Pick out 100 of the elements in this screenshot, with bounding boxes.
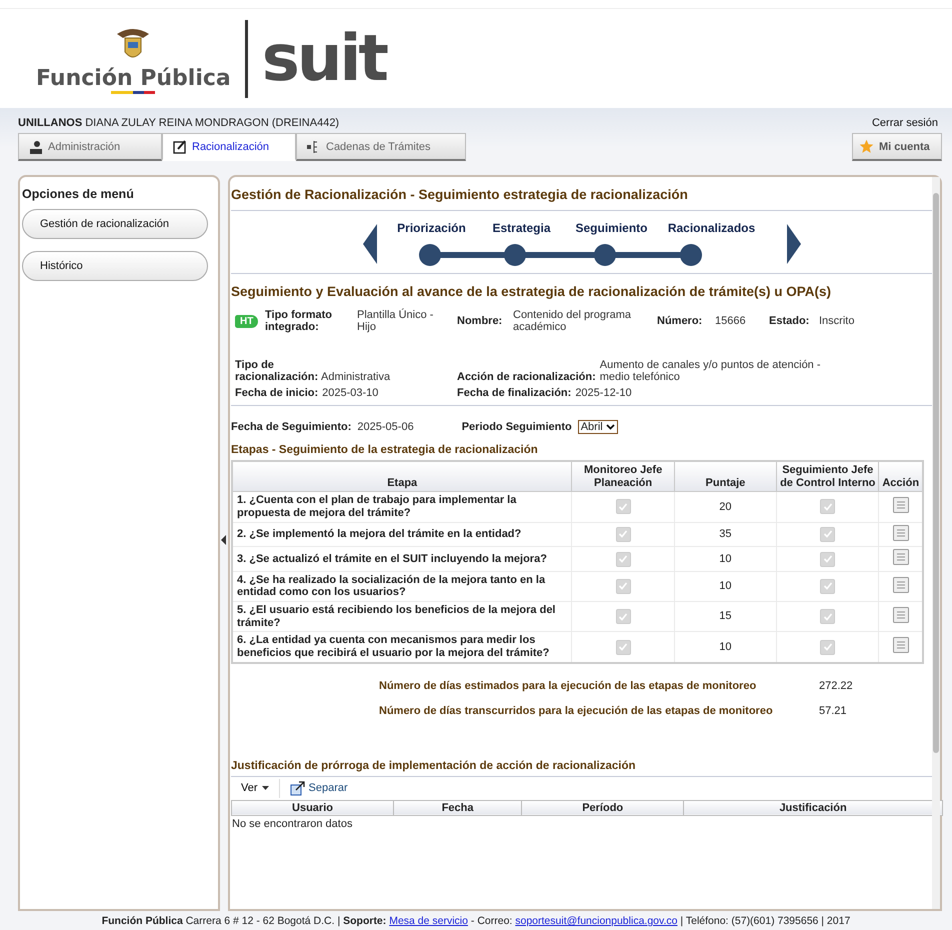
step-label: Estrategia: [491, 221, 552, 235]
footer-text: Función Pública Carrera 6 # 12 - 62 Bogotá D.C. | Soporte: Mesa de servicio - Correo: soportesuit@funcionpublica.gov.co | Teléfono: (57)(601) 7395656 | 2017: [100, 914, 852, 929]
logout-link[interactable]: Cerrar sesión: [872, 117, 938, 129]
column-header: Etapa: [232, 461, 572, 492]
column-header: Monitoreo Jefe Planeación: [572, 461, 674, 492]
column-header: Usuario: [232, 800, 394, 816]
step-label: Seguimiento: [574, 221, 648, 235]
checkmark-icon: [618, 529, 628, 540]
field-label: Estado:: [768, 315, 810, 327]
checkbox[interactable]: [820, 499, 836, 514]
scrollbar[interactable]: [932, 177, 940, 909]
previous-arrow-icon[interactable]: [362, 224, 376, 264]
nav-tab[interactable]: Cadenas de Trámites: [296, 133, 466, 161]
subsection-title: Etapas - Seguimiento de la estrategia de racionalización: [231, 443, 539, 458]
account-button[interactable]: Mi cuenta: [852, 133, 942, 161]
caret-icon: [262, 786, 269, 790]
checkbox[interactable]: [616, 640, 631, 655]
page-title: Gestión de Racionalización - Seguimiento estrategia de racionalización: [231, 177, 932, 211]
menu-item[interactable]: Histórico: [22, 251, 208, 281]
field-label: Número:: [656, 315, 704, 327]
view-menu-button[interactable]: Ver: [231, 780, 279, 796]
summary-value: 57.21: [819, 704, 847, 717]
nav-tab[interactable]: Racionalización: [162, 133, 296, 161]
checkbox[interactable]: [820, 578, 836, 594]
menu-item[interactable]: Gestión de racionalización: [22, 209, 208, 239]
period-select[interactable]: Abril: [578, 420, 618, 434]
checkmark-icon: [822, 642, 833, 652]
field-value: Contenido del programa académico: [513, 309, 632, 333]
checkmark-icon: [822, 529, 833, 540]
nav-tab[interactable]: Administración: [18, 133, 162, 161]
field-label: Fecha de inicio:: [235, 387, 318, 399]
checkmark-icon: [822, 612, 833, 622]
section-title: Seguimiento y Evaluación al avance de la estrategia de racionalización de trámite(s) u OPA(s): [231, 283, 832, 301]
field-value: 15666: [715, 315, 747, 327]
checkbox[interactable]: [616, 609, 631, 624]
star-icon: [859, 139, 874, 154]
checkbox[interactable]: [820, 552, 836, 567]
org-logo-text: Función Pública: [36, 66, 231, 90]
checkmark-icon: [618, 612, 628, 622]
column-header: Puntaje: [674, 461, 777, 492]
checkmark-icon: [822, 581, 833, 592]
checkbox[interactable]: [616, 499, 631, 514]
table-cell: 15: [674, 602, 777, 632]
chevron-down-icon: [606, 424, 615, 430]
field-value: Inscrito: [819, 315, 856, 327]
checkbox[interactable]: [616, 526, 631, 542]
person-icon: [29, 140, 43, 154]
sidebar-title: Opciones de menú: [21, 186, 135, 203]
field-value: Plantilla Único - Hijo: [357, 309, 434, 333]
detach-icon: [290, 780, 305, 796]
collapse-arrow-icon[interactable]: [221, 535, 226, 545]
checkbox[interactable]: [616, 552, 631, 567]
checkmark-icon: [618, 554, 628, 564]
summary-label: Número de días estimados para la ejecución de las etapas de monitoreo: [379, 680, 758, 692]
document-icon[interactable]: [892, 549, 909, 566]
next-arrow-icon[interactable]: [786, 224, 800, 264]
field-value: 2025-05-06: [357, 421, 414, 433]
table-cell: 35: [674, 522, 777, 547]
edit-icon: [173, 140, 187, 154]
table-cell: 5. ¿El usuario está recibiendo los beneficios de la mejora del trámite?: [232, 602, 572, 632]
document-icon[interactable]: [892, 606, 909, 623]
step-label: Priorización: [396, 221, 467, 235]
product-logo-text: suit: [262, 26, 386, 90]
empty-message: No se encontraron datos: [231, 816, 354, 832]
step-label: Racionalizados: [666, 221, 756, 235]
summary-value: 272.22: [819, 680, 853, 692]
checkbox[interactable]: [820, 640, 836, 655]
checkbox[interactable]: [616, 578, 631, 594]
field-value: Aumento de canales y/o puntos de atención - medio telefónico: [600, 359, 822, 383]
format-badge: HT: [235, 314, 258, 328]
email-link[interactable]: soportesuit@funcionpublica.gov.co: [515, 915, 678, 927]
field-label: Fecha de Seguimiento:: [231, 421, 352, 433]
user-name: UNILLANOS DIANA ZULAY REINA MONDRAGON (DREINA442): [18, 117, 340, 129]
checkbox[interactable]: [820, 609, 836, 624]
document-icon[interactable]: [892, 637, 909, 654]
document-icon[interactable]: [892, 497, 909, 514]
support-link[interactable]: Mesa de servicio: [389, 915, 468, 927]
field-label: Acción de racionalización:: [457, 371, 596, 383]
checkmark-icon: [822, 502, 833, 512]
table-cell: 10: [674, 546, 777, 572]
detach-button[interactable]: Separar: [278, 778, 358, 798]
checkbox[interactable]: [820, 526, 836, 542]
subsection-title: Justificación de prórroga de implementación de acción de racionalización: [231, 744, 932, 777]
field-value: Administrativa: [321, 371, 390, 383]
column-header: Período: [522, 800, 684, 816]
table-cell: 10: [674, 571, 777, 602]
field-label: Tipo formato integrado:: [265, 309, 334, 333]
document-icon[interactable]: [892, 524, 909, 541]
checkmark-icon: [618, 502, 628, 512]
table-cell: 2. ¿Se implementó la mejora del trámite en la entidad?: [232, 522, 572, 547]
table-cell: 4. ¿Se ha realizado la socialización de la mejora tanto en la entidad como con los usuarios?: [232, 571, 572, 602]
table-cell: 3. ¿Se actualizó el trámite en el SUIT incluyendo la mejora?: [232, 546, 572, 572]
column-header: Fecha: [394, 800, 522, 816]
table-cell: 20: [674, 492, 777, 522]
field-label: Tipo de racionalización:: [235, 359, 317, 383]
summary-label: Número de días transcurridos para la ejecución de las etapas de monitoreo: [379, 704, 774, 717]
checkmark-icon: [618, 581, 628, 592]
column-header: Justificación: [684, 800, 942, 816]
document-icon[interactable]: [892, 576, 909, 593]
field-label: Periodo Seguimiento: [462, 421, 572, 433]
